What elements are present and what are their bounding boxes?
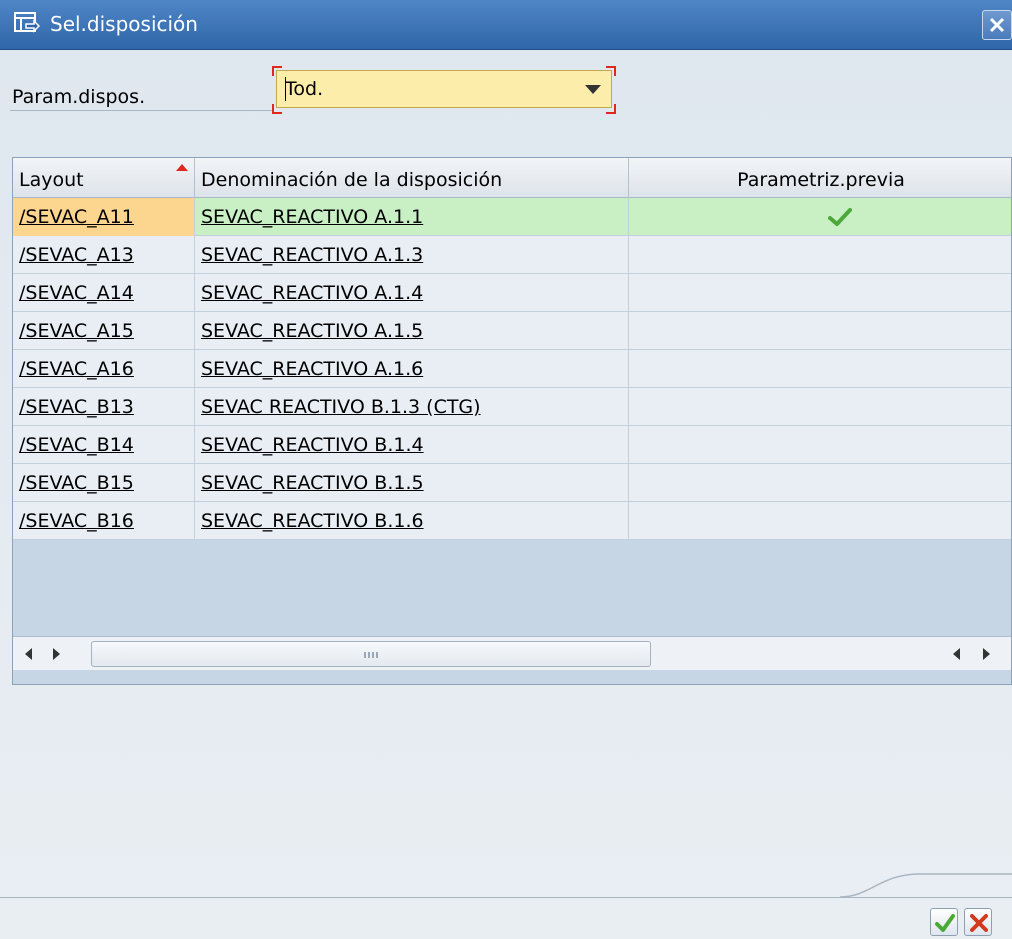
layout-name-link[interactable]: SEVAC_REACTIVO B.1.5 — [201, 472, 424, 494]
focus-marker — [272, 104, 282, 114]
cell-layout: /SEVAC_A14 — [13, 274, 195, 312]
scroll-thumb[interactable] — [91, 641, 651, 667]
column-label: Denominación de la disposición — [201, 169, 503, 191]
layout-link[interactable]: /SEVAC_A11 — [19, 206, 134, 228]
layout-name-link[interactable]: SEVAC_REACTIVO B.1.6 — [201, 510, 424, 532]
column-header-default[interactable]: Parametriz.previa — [629, 158, 1011, 198]
layout-param-dropdown[interactable]: Tod. — [276, 70, 612, 108]
cell-layout: /SEVAC_B15 — [13, 464, 195, 502]
cell-name: SEVAC_REACTIVO A.1.3 — [195, 236, 629, 274]
cell-name: SEVAC REACTIVO B.1.3 (CTG) — [195, 388, 629, 426]
column-header-layout[interactable]: Layout — [13, 158, 195, 198]
layout-link[interactable]: /SEVAC_A13 — [19, 244, 134, 266]
cell-layout: /SEVAC_B16 — [13, 502, 195, 540]
cell-name: SEVAC_REACTIVO B.1.4 — [195, 426, 629, 464]
focus-marker — [606, 104, 616, 114]
cell-layout: /SEVAC_A16 — [13, 350, 195, 388]
table-row[interactable]: /SEVAC_A11 SEVAC_REACTIVO A.1.1 — [13, 198, 1011, 236]
cell-name: SEVAC_REACTIVO A.1.5 — [195, 312, 629, 350]
cell-default — [629, 236, 1011, 274]
sort-ascending-icon — [176, 164, 188, 171]
cell-default — [629, 388, 1011, 426]
confirm-button[interactable] — [930, 908, 958, 936]
scroll-right-icon[interactable] — [983, 648, 990, 660]
cell-layout: /SEVAC_A11 — [13, 198, 195, 236]
cell-default — [629, 350, 1011, 388]
cell-default — [629, 312, 1011, 350]
label-underline — [10, 110, 272, 111]
cell-name: SEVAC_REACTIVO A.1.6 — [195, 350, 629, 388]
focus-marker — [606, 66, 616, 76]
cell-name: SEVAC_REACTIVO B.1.5 — [195, 464, 629, 502]
checkmark-icon — [935, 914, 955, 932]
layout-link[interactable]: /SEVAC_A15 — [19, 320, 134, 342]
cell-default — [629, 198, 1011, 236]
layout-name-link[interactable]: SEVAC_REACTIVO A.1.6 — [201, 358, 423, 380]
column-label: Layout — [19, 169, 84, 191]
param-label: Param.dispos. — [12, 86, 146, 108]
layout-name-link[interactable]: SEVAC_REACTIVO B.1.4 — [201, 434, 424, 456]
cell-name: SEVAC_REACTIVO A.1.1 — [195, 198, 629, 236]
horizontal-scrollbar[interactable] — [13, 636, 1011, 670]
layout-link[interactable]: /SEVAC_B14 — [19, 434, 134, 456]
cell-name: SEVAC_REACTIVO B.1.6 — [195, 502, 629, 540]
layout-select-icon — [14, 12, 40, 33]
cancel-button[interactable] — [964, 908, 992, 936]
cell-name: SEVAC_REACTIVO A.1.4 — [195, 274, 629, 312]
layout-name-link[interactable]: SEVAC_REACTIVO A.1.1 — [201, 206, 423, 228]
table-row[interactable]: /SEVAC_B15 SEVAC_REACTIVO B.1.5 — [13, 464, 1011, 502]
scroll-left-icon[interactable] — [25, 648, 32, 660]
dropdown-value: Tod. — [285, 78, 324, 100]
window-title: Sel.disposición — [50, 12, 198, 36]
table-row[interactable]: /SEVAC_A13 SEVAC_REACTIVO A.1.3 — [13, 236, 1011, 274]
table-header: Layout Denominación de la disposición Pa… — [13, 158, 1011, 198]
cell-layout: /SEVAC_A15 — [13, 312, 195, 350]
table-row[interactable]: /SEVAC_A15 SEVAC_REACTIVO A.1.5 — [13, 312, 1011, 350]
layout-name-link[interactable]: SEVAC REACTIVO B.1.3 (CTG) — [201, 396, 481, 418]
layout-table: Layout Denominación de la disposición Pa… — [12, 157, 1012, 685]
layout-name-link[interactable]: SEVAC_REACTIVO A.1.3 — [201, 244, 423, 266]
cell-default — [629, 502, 1011, 540]
focus-marker — [272, 66, 282, 76]
checkmark-icon — [828, 208, 852, 226]
layout-link[interactable]: /SEVAC_B15 — [19, 472, 134, 494]
column-label: Parametriz.previa — [737, 169, 905, 191]
layout-link[interactable]: /SEVAC_B13 — [19, 396, 134, 418]
close-icon — [989, 17, 1005, 33]
column-header-name[interactable]: Denominación de la disposición — [195, 158, 629, 198]
table-row[interactable]: /SEVAC_A14 SEVAC_REACTIVO A.1.4 — [13, 274, 1011, 312]
layout-link[interactable]: /SEVAC_A16 — [19, 358, 134, 380]
table-row[interactable]: /SEVAC_B14 SEVAC_REACTIVO B.1.4 — [13, 426, 1011, 464]
cell-default — [629, 274, 1011, 312]
chevron-down-icon[interactable] — [585, 85, 601, 94]
cell-default — [629, 426, 1011, 464]
scroll-right-icon[interactable] — [53, 648, 60, 660]
cell-layout: /SEVAC_A13 — [13, 236, 195, 274]
footer-decoration — [840, 873, 1012, 898]
table-row[interactable]: /SEVAC_B16 SEVAC_REACTIVO B.1.6 — [13, 502, 1011, 540]
cancel-x-icon — [970, 914, 988, 932]
grip-icon — [364, 652, 378, 658]
cell-layout: /SEVAC_B13 — [13, 388, 195, 426]
layout-link[interactable]: /SEVAC_A14 — [19, 282, 134, 304]
table-row[interactable]: /SEVAC_B13 SEVAC REACTIVO B.1.3 (CTG) — [13, 388, 1011, 426]
scroll-left-icon[interactable] — [953, 648, 960, 660]
cell-default — [629, 464, 1011, 502]
cell-layout: /SEVAC_B14 — [13, 426, 195, 464]
close-button[interactable] — [982, 10, 1012, 40]
footer-divider — [0, 897, 1012, 898]
table-row[interactable]: /SEVAC_A16 SEVAC_REACTIVO A.1.6 — [13, 350, 1011, 388]
title-bar: Sel.disposición — [0, 0, 1012, 50]
layout-name-link[interactable]: SEVAC_REACTIVO A.1.5 — [201, 320, 423, 342]
layout-link[interactable]: /SEVAC_B16 — [19, 510, 134, 532]
layout-name-link[interactable]: SEVAC_REACTIVO A.1.4 — [201, 282, 423, 304]
